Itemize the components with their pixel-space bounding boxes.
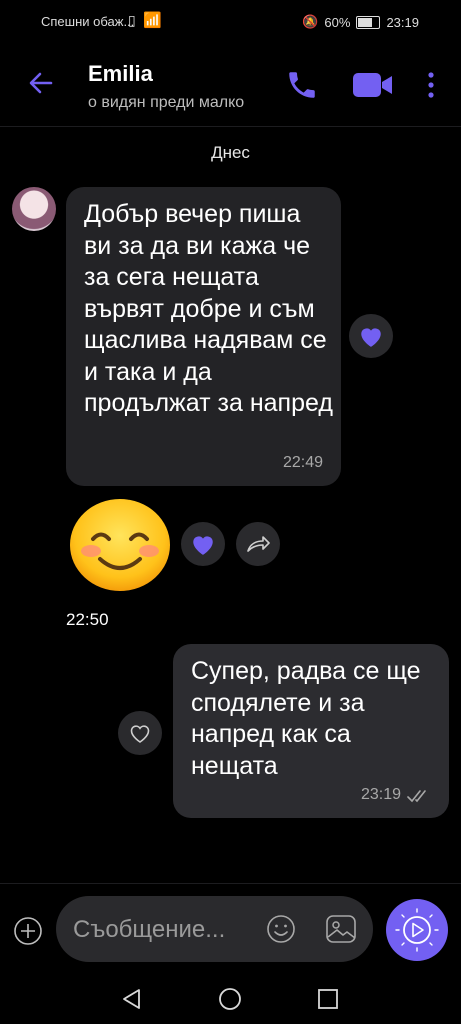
message-input[interactable]: Съобщение... xyxy=(56,896,373,962)
message-composer: Съобщение... xyxy=(0,883,461,974)
phone-icon[interactable] xyxy=(285,68,319,102)
home-circle-icon[interactable] xyxy=(218,987,242,1011)
heart-outline-icon xyxy=(130,725,150,743)
recents-square-icon[interactable] xyxy=(317,988,339,1010)
more-vertical-icon[interactable] xyxy=(424,70,438,100)
send-button[interactable] xyxy=(386,899,448,961)
forward-button[interactable] xyxy=(236,522,280,566)
sticker-reaction-button[interactable] xyxy=(181,522,225,566)
forward-icon xyxy=(247,536,270,552)
wifi-icon: 📶 xyxy=(143,12,162,29)
system-navigation-bar xyxy=(0,974,461,1024)
outgoing-message-bubble[interactable]: Супер, радва се ще сподялете и за напред… xyxy=(173,644,449,818)
double-check-icon xyxy=(407,790,426,803)
heart-icon xyxy=(193,536,213,555)
gallery-icon[interactable] xyxy=(324,913,358,945)
smile-icon[interactable] xyxy=(265,913,297,945)
outgoing-message-text: Супер, радва се ще сподялете и за напред… xyxy=(191,657,421,780)
video-call-icon[interactable] xyxy=(352,70,394,100)
status-time: 23:19 xyxy=(386,14,419,30)
reaction-button[interactable] xyxy=(349,314,393,358)
mute-icon: 🔕 xyxy=(302,14,319,29)
outgoing-message-time: 23:19 xyxy=(360,786,401,803)
contact-name[interactable]: Emilia xyxy=(88,61,153,87)
status-bar: Спешни обаж... ▯ 📶 🔕 60% 23:19 xyxy=(0,0,461,44)
notification-icon: ▯ xyxy=(128,12,136,28)
outgoing-reaction-button[interactable] xyxy=(118,711,162,755)
back-triangle-icon[interactable] xyxy=(120,987,142,1011)
last-seen: о видян преди малко xyxy=(88,94,245,111)
status-right: 🔕 60% 23:19 xyxy=(302,14,419,30)
battery-icon xyxy=(356,15,381,29)
chat-header: Emilia о видян преди малко xyxy=(0,44,461,127)
message-placeholder: Съобщение... xyxy=(73,916,226,943)
sticker-time: 22:50 xyxy=(66,610,109,629)
avatar[interactable] xyxy=(12,187,56,231)
send-icon xyxy=(395,908,439,952)
date-separator: Днес xyxy=(211,143,250,162)
arrow-left-icon[interactable] xyxy=(27,69,55,97)
incoming-message-text: Добър вечер пиша ви за да ви кажа че за … xyxy=(84,200,333,417)
smiling-face-sticker[interactable] xyxy=(67,497,173,593)
status-notification-text: Спешни обаж... xyxy=(41,14,135,29)
plus-icon[interactable] xyxy=(13,916,43,946)
incoming-message-bubble[interactable]: Добър вечер пиша ви за да ви кажа че за … xyxy=(66,187,341,486)
battery-percent: 60% xyxy=(324,14,351,30)
incoming-message-time: 22:49 xyxy=(282,454,323,471)
heart-icon xyxy=(361,328,381,347)
